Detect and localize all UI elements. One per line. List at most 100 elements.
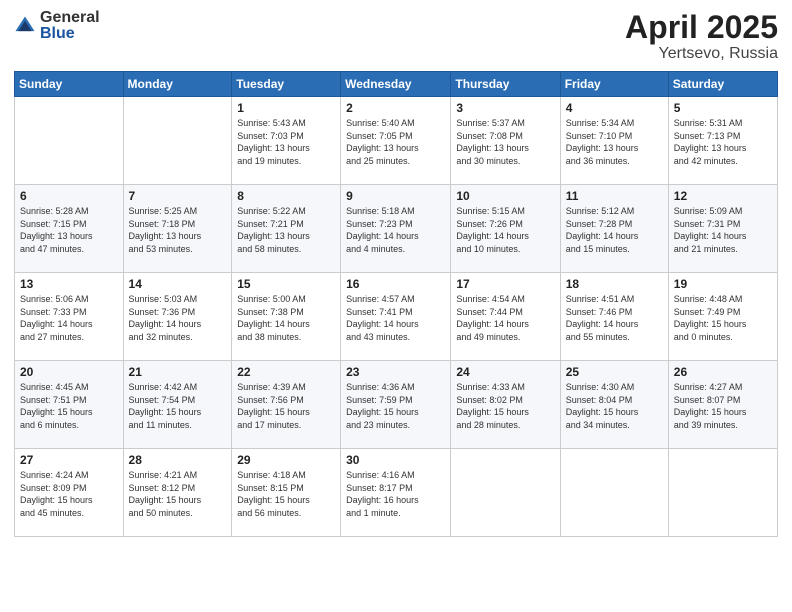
calendar-cell-w3-d2: 14 Sunrise: 5:03 AMSunset: 7:36 PMDayligh…: [123, 273, 232, 361]
day-number-w4-d5: 24: [456, 365, 554, 379]
page: General Blue April 2025 Yertsevo, Russia…: [0, 0, 792, 612]
cell-text-w1-d6: Sunrise: 5:34 AMSunset: 7:10 PMDaylight:…: [566, 117, 663, 167]
day-number-w4-d7: 26: [674, 365, 772, 379]
logo-blue-text: Blue: [40, 26, 100, 42]
calendar-cell-w2-d4: 9 Sunrise: 5:18 AMSunset: 7:23 PMDaylight…: [341, 185, 451, 273]
calendar-cell-w5-d5: [451, 449, 560, 537]
calendar-cell-w1-d7: 5 Sunrise: 5:31 AMSunset: 7:13 PMDaylight…: [668, 97, 777, 185]
day-number-w2-d3: 8: [237, 189, 335, 203]
header: General Blue April 2025 Yertsevo, Russia: [14, 10, 778, 63]
calendar-week-3: 13 Sunrise: 5:06 AMSunset: 7:33 PMDayligh…: [15, 273, 778, 361]
cell-text-w5-d3: Sunrise: 4:18 AMSunset: 8:15 PMDaylight:…: [237, 469, 335, 519]
col-friday: Friday: [560, 72, 668, 97]
calendar-cell-w5-d4: 30Sunrise: 4:16 AMSunset: 8:17 PMDayligh…: [341, 449, 451, 537]
day-number-w1-d5: 3: [456, 101, 554, 115]
day-number-w4-d3: 22: [237, 365, 335, 379]
day-number-w2-d4: 9: [346, 189, 445, 203]
day-number-w5-d4: 30: [346, 453, 445, 467]
calendar-cell-w4-d2: 21 Sunrise: 4:42 AMSunset: 7:54 PMDayligh…: [123, 361, 232, 449]
day-number-w2-d5: 10: [456, 189, 554, 203]
day-number-w3-d1: 13: [20, 277, 118, 291]
calendar-cell-w5-d7: [668, 449, 777, 537]
cell-text-w2-d7: Sunrise: 5:09 AMSunset: 7:31 PMDaylight:…: [674, 205, 772, 255]
calendar-cell-w2-d7: 12Sunrise: 5:09 AMSunset: 7:31 PMDayligh…: [668, 185, 777, 273]
cell-text-w2-d3: Sunrise: 5:22 AMSunset: 7:21 PMDaylight:…: [237, 205, 335, 255]
title-month: April 2025: [625, 10, 778, 45]
day-number-w5-d3: 29: [237, 453, 335, 467]
calendar-cell-w4-d1: 20 Sunrise: 4:45 AMSunset: 7:51 PMDayligh…: [15, 361, 124, 449]
day-number-w3-d5: 17: [456, 277, 554, 291]
cell-text-w3-d3: Sunrise: 5:00 AMSunset: 7:38 PMDaylight:…: [237, 293, 335, 343]
cell-text-w4-d4: Sunrise: 4:36 AMSunset: 7:59 PMDaylight:…: [346, 381, 445, 431]
day-number-w5-d2: 28: [129, 453, 227, 467]
day-number-w3-d2: 14: [129, 277, 227, 291]
calendar-cell-w2-d6: 11 Sunrise: 5:12 AMSunset: 7:28 PMDayligh…: [560, 185, 668, 273]
title-block: April 2025 Yertsevo, Russia: [625, 10, 778, 63]
cell-text-w1-d5: Sunrise: 5:37 AMSunset: 7:08 PMDaylight:…: [456, 117, 554, 167]
day-number-w1-d4: 2: [346, 101, 445, 115]
cell-text-w4-d5: Sunrise: 4:33 AMSunset: 8:02 PMDaylight:…: [456, 381, 554, 431]
cell-text-w4-d7: Sunrise: 4:27 AMSunset: 8:07 PMDaylight:…: [674, 381, 772, 431]
logo-text: General Blue: [40, 10, 100, 42]
col-monday: Monday: [123, 72, 232, 97]
calendar-cell-w3-d4: 16 Sunrise: 4:57 AMSunset: 7:41 PMDayligh…: [341, 273, 451, 361]
day-number-w4-d2: 21: [129, 365, 227, 379]
day-number-w2-d2: 7: [129, 189, 227, 203]
day-number-w1-d7: 5: [674, 101, 772, 115]
calendar-cell-w5-d2: 28 Sunrise: 4:21 AMSunset: 8:12 PMDayligh…: [123, 449, 232, 537]
calendar-week-1: 1 Sunrise: 5:43 AMSunset: 7:03 PMDaylight…: [15, 97, 778, 185]
cell-text-w2-d4: Sunrise: 5:18 AMSunset: 7:23 PMDaylight:…: [346, 205, 445, 255]
day-number-w2-d6: 11: [566, 189, 663, 203]
calendar-cell-w5-d3: 29 Sunrise: 4:18 AMSunset: 8:15 PMDayligh…: [232, 449, 341, 537]
cell-text-w1-d4: Sunrise: 5:40 AMSunset: 7:05 PMDaylight:…: [346, 117, 445, 167]
calendar-cell-w1-d5: 3 Sunrise: 5:37 AMSunset: 7:08 PMDaylight…: [451, 97, 560, 185]
col-tuesday: Tuesday: [232, 72, 341, 97]
cell-text-w3-d5: Sunrise: 4:54 AMSunset: 7:44 PMDaylight:…: [456, 293, 554, 343]
cell-text-w1-d7: Sunrise: 5:31 AMSunset: 7:13 PMDaylight:…: [674, 117, 772, 167]
cell-text-w4-d2: Sunrise: 4:42 AMSunset: 7:54 PMDaylight:…: [129, 381, 227, 431]
cell-text-w5-d1: Sunrise: 4:24 AMSunset: 8:09 PMDaylight:…: [20, 469, 118, 519]
cell-text-w2-d6: Sunrise: 5:12 AMSunset: 7:28 PMDaylight:…: [566, 205, 663, 255]
calendar-cell-w3-d6: 18 Sunrise: 4:51 AMSunset: 7:46 PMDayligh…: [560, 273, 668, 361]
calendar-cell-w2-d1: 6Sunrise: 5:28 AMSunset: 7:15 PMDaylight…: [15, 185, 124, 273]
cell-text-w3-d6: Sunrise: 4:51 AMSunset: 7:46 PMDaylight:…: [566, 293, 663, 343]
col-saturday: Saturday: [668, 72, 777, 97]
calendar-cell-w5-d6: [560, 449, 668, 537]
calendar-cell-w4-d5: 24 Sunrise: 4:33 AMSunset: 8:02 PMDayligh…: [451, 361, 560, 449]
calendar-header-row: Sunday Monday Tuesday Wednesday Thursday…: [15, 72, 778, 97]
col-sunday: Sunday: [15, 72, 124, 97]
calendar-cell-w1-d4: 2 Sunrise: 5:40 AMSunset: 7:05 PMDaylight…: [341, 97, 451, 185]
calendar-cell-w1-d3: 1 Sunrise: 5:43 AMSunset: 7:03 PMDaylight…: [232, 97, 341, 185]
calendar-cell-w2-d2: 7 Sunrise: 5:25 AMSunset: 7:18 PMDaylight…: [123, 185, 232, 273]
cell-text-w2-d1: Sunrise: 5:28 AMSunset: 7:15 PMDaylight:…: [20, 205, 118, 255]
calendar-cell-w3-d1: 13 Sunrise: 5:06 AMSunset: 7:33 PMDayligh…: [15, 273, 124, 361]
col-wednesday: Wednesday: [341, 72, 451, 97]
day-number-w5-d1: 27: [20, 453, 118, 467]
cell-text-w4-d6: Sunrise: 4:30 AMSunset: 8:04 PMDaylight:…: [566, 381, 663, 431]
day-number-w3-d4: 16: [346, 277, 445, 291]
cell-text-w3-d4: Sunrise: 4:57 AMSunset: 7:41 PMDaylight:…: [346, 293, 445, 343]
cell-text-w2-d5: Sunrise: 5:15 AMSunset: 7:26 PMDaylight:…: [456, 205, 554, 255]
cell-text-w4-d3: Sunrise: 4:39 AMSunset: 7:56 PMDaylight:…: [237, 381, 335, 431]
calendar-cell-w1-d2: [123, 97, 232, 185]
calendar-cell-w3-d5: 17 Sunrise: 4:54 AMSunset: 7:44 PMDayligh…: [451, 273, 560, 361]
cell-text-w4-d1: Sunrise: 4:45 AMSunset: 7:51 PMDaylight:…: [20, 381, 118, 431]
title-location: Yertsevo, Russia: [625, 45, 778, 63]
calendar-cell-w3-d7: 19Sunrise: 4:48 AMSunset: 7:49 PMDayligh…: [668, 273, 777, 361]
cell-text-w5-d2: Sunrise: 4:21 AMSunset: 8:12 PMDaylight:…: [129, 469, 227, 519]
calendar-cell-w4-d3: 22 Sunrise: 4:39 AMSunset: 7:56 PMDayligh…: [232, 361, 341, 449]
day-number-w4-d1: 20: [20, 365, 118, 379]
day-number-w1-d3: 1: [237, 101, 335, 115]
logo: General Blue: [14, 10, 100, 42]
cell-text-w3-d1: Sunrise: 5:06 AMSunset: 7:33 PMDaylight:…: [20, 293, 118, 343]
calendar-cell-w5-d1: 27 Sunrise: 4:24 AMSunset: 8:09 PMDayligh…: [15, 449, 124, 537]
cell-text-w2-d2: Sunrise: 5:25 AMSunset: 7:18 PMDaylight:…: [129, 205, 227, 255]
cell-text-w3-d2: Sunrise: 5:03 AMSunset: 7:36 PMDaylight:…: [129, 293, 227, 343]
day-number-w3-d3: 15: [237, 277, 335, 291]
day-number-w3-d6: 18: [566, 277, 663, 291]
day-number-w4-d6: 25: [566, 365, 663, 379]
cell-text-w3-d7: Sunrise: 4:48 AMSunset: 7:49 PMDaylight:…: [674, 293, 772, 343]
logo-icon: [14, 15, 36, 37]
cell-text-w1-d3: Sunrise: 5:43 AMSunset: 7:03 PMDaylight:…: [237, 117, 335, 167]
calendar-cell-w4-d6: 25 Sunrise: 4:30 AMSunset: 8:04 PMDayligh…: [560, 361, 668, 449]
